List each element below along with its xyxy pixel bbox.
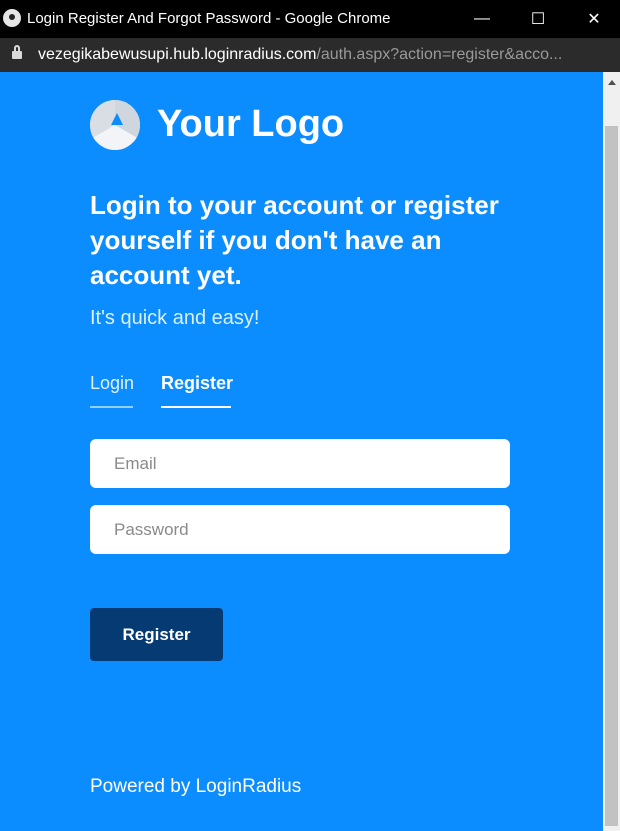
page-heading: Login to your account or register yourse… (90, 190, 499, 290)
email-field[interactable] (90, 439, 510, 488)
page-subheading: It's quick and easy! (90, 307, 260, 329)
maximize-button[interactable]: ☐ (515, 0, 561, 38)
url-path: /auth.aspx?action=register&acco... (316, 46, 563, 63)
window-title: Login Register And Forgot Password - Goo… (27, 10, 391, 27)
tab-login-underline (90, 406, 133, 408)
tab-register[interactable]: Register (161, 373, 233, 394)
title-bar: Login Register And Forgot Password - Goo… (0, 0, 620, 38)
chrome-app-icon (3, 9, 21, 27)
logo-icon (90, 100, 140, 150)
lock-icon (12, 45, 22, 59)
password-field[interactable] (90, 505, 510, 554)
logo-text: Your Logo (157, 103, 345, 145)
vertical-scrollbar[interactable] (603, 72, 620, 831)
scroll-thumb[interactable] (605, 126, 618, 826)
register-button[interactable]: Register (90, 608, 223, 661)
scroll-up-arrow-icon[interactable] (603, 72, 620, 92)
url-text[interactable]: vezegikabewusupi.hub.loginradius.com/aut… (38, 46, 562, 64)
minimize-button[interactable]: — (459, 0, 505, 38)
address-bar[interactable]: vezegikabewusupi.hub.loginradius.com/aut… (0, 38, 620, 72)
tab-login[interactable]: Login (90, 373, 134, 394)
close-button[interactable]: ✕ (571, 0, 617, 38)
tab-register-underline (161, 406, 231, 408)
url-domain: vezegikabewusupi.hub.loginradius.com (38, 46, 317, 63)
powered-by-link[interactable]: Powered by LoginRadius (90, 776, 301, 798)
